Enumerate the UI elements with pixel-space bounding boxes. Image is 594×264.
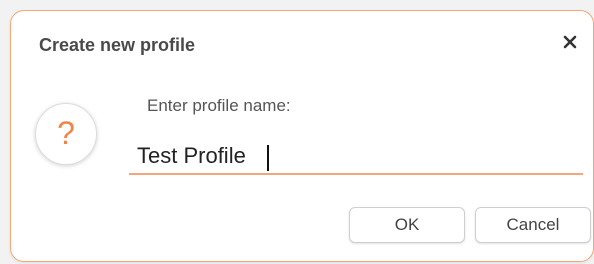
profile-name-input[interactable]	[129, 139, 583, 175]
question-icon: ?	[35, 103, 97, 165]
question-mark: ?	[57, 115, 75, 151]
cancel-button[interactable]: Cancel	[475, 207, 591, 243]
dialog-title: Create new profile	[39, 35, 196, 55]
close-icon[interactable]	[559, 31, 581, 53]
create-profile-dialog: Create new profile ? Enter profile name:…	[10, 10, 594, 262]
text-caret	[267, 145, 269, 171]
profile-name-label: Enter profile name:	[147, 96, 291, 115]
ok-button[interactable]: OK	[349, 207, 465, 243]
